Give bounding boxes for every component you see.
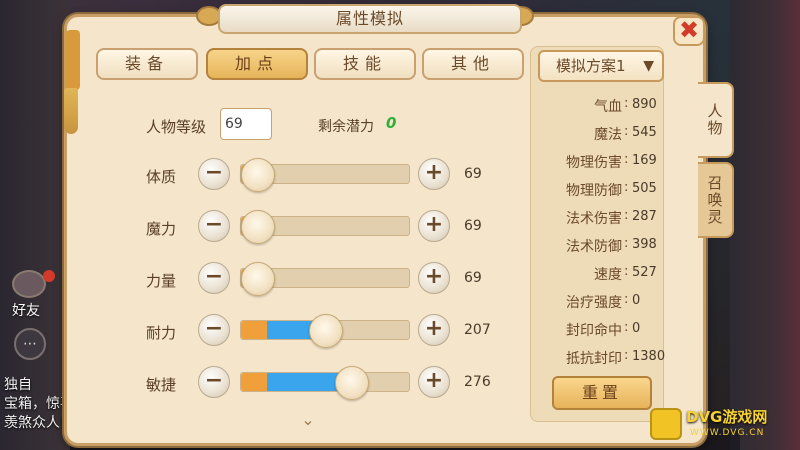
stat-value: 398 xyxy=(632,237,657,252)
slider-knob[interactable] xyxy=(309,314,343,348)
attribute-label: 耐力 xyxy=(146,324,177,342)
stat-value: 0 xyxy=(632,321,641,336)
attribute-label: 魔力 xyxy=(146,220,177,238)
stat-separator: : xyxy=(624,152,629,167)
scroll-down-icon[interactable]: ⌄ xyxy=(298,410,318,429)
slider-knob[interactable] xyxy=(241,262,275,296)
slider-base-fill xyxy=(241,373,267,391)
increase-button[interactable]: + xyxy=(418,210,450,242)
attribute-slider[interactable] xyxy=(240,314,410,348)
friend-label: 好友 xyxy=(12,303,40,319)
logo-text: DVG游戏网 xyxy=(686,408,768,426)
increase-button[interactable]: + xyxy=(418,262,450,294)
right-scene-edge xyxy=(730,0,800,450)
stat-separator: : xyxy=(624,96,629,111)
stat-label: 封印命中 xyxy=(566,323,622,339)
level-input[interactable]: 69 xyxy=(220,108,272,140)
stat-label: 魔法 xyxy=(594,127,622,143)
stat-separator: : xyxy=(624,264,629,279)
increase-button[interactable]: + xyxy=(418,158,450,190)
friend-avatar[interactable] xyxy=(12,270,46,298)
side-tab-summon[interactable]: 召唤灵 xyxy=(698,162,734,238)
attribute-value: 276 xyxy=(464,374,491,390)
tab-skills[interactable]: 技能 xyxy=(314,48,416,80)
stat-value: 0 xyxy=(632,293,641,308)
increase-button[interactable]: + xyxy=(418,366,450,398)
attribute-label: 敏捷 xyxy=(146,376,177,394)
stat-value: 890 xyxy=(632,97,657,112)
stat-value: 505 xyxy=(632,181,657,196)
attribute-value: 69 xyxy=(464,166,482,182)
stat-value: 1380 xyxy=(632,349,666,364)
decrease-button[interactable]: − xyxy=(198,210,230,242)
stat-label: 物理防御 xyxy=(566,183,622,199)
slider-knob[interactable] xyxy=(241,210,275,244)
gamepad-icon xyxy=(650,408,682,440)
stat-label: 法术伤害 xyxy=(566,211,622,227)
attribute-slider[interactable] xyxy=(240,210,410,244)
increase-button[interactable]: + xyxy=(418,314,450,346)
panel-title: 属性模拟 xyxy=(218,4,522,34)
stat-value: 527 xyxy=(632,265,657,280)
logo-subtext: WWW.DVG.CN xyxy=(690,428,765,438)
attribute-value: 69 xyxy=(464,218,482,234)
close-icon: ✖ xyxy=(678,16,700,44)
reset-button[interactable]: 重置 xyxy=(552,376,652,410)
stat-separator: : xyxy=(624,180,629,195)
decrease-button[interactable]: − xyxy=(198,158,230,190)
attribute-label: 力量 xyxy=(146,272,177,290)
plan-dropdown[interactable]: 模拟方案1 ▼ xyxy=(538,50,664,82)
stat-label: 抵抗封印 xyxy=(566,351,622,367)
notification-dot xyxy=(43,270,55,282)
stat-label: 速度 xyxy=(594,267,622,283)
slider-knob[interactable] xyxy=(334,366,369,400)
attribute-value: 207 xyxy=(464,322,491,338)
plan-label: 模拟方案1 xyxy=(556,57,626,75)
stat-separator: : xyxy=(624,320,629,335)
tab-add-points[interactable]: 加点 xyxy=(206,48,308,80)
stat-value: 287 xyxy=(632,209,657,224)
attribute-label: 体质 xyxy=(146,168,177,186)
chevron-down-icon: ▼ xyxy=(643,58,654,74)
decrease-button[interactable]: − xyxy=(198,314,230,346)
stat-separator: : xyxy=(624,348,629,363)
attribute-slider[interactable] xyxy=(240,158,410,192)
close-button[interactable]: ✖ xyxy=(673,16,705,46)
attribute-slider[interactable] xyxy=(240,262,410,296)
stat-label: 气血 xyxy=(594,99,622,115)
stat-separator: : xyxy=(624,236,629,251)
decrease-button[interactable]: − xyxy=(198,366,230,398)
chat-icon[interactable]: ⋯ xyxy=(14,328,46,360)
corner-ornament xyxy=(66,30,80,90)
stat-separator: : xyxy=(624,208,629,223)
tab-equipment[interactable]: 装备 xyxy=(96,48,198,80)
stat-label: 法术防御 xyxy=(566,239,622,255)
stat-separator: : xyxy=(624,124,629,139)
attribute-value: 69 xyxy=(464,270,482,286)
tassel-ornament xyxy=(64,88,78,134)
stat-value: 545 xyxy=(632,125,657,140)
side-tab-character[interactable]: 人物 xyxy=(698,82,734,158)
slider-base-fill xyxy=(241,321,267,339)
attribute-slider[interactable] xyxy=(240,366,410,400)
level-label: 人物等级 xyxy=(146,118,207,136)
site-logo: DVG游戏网 WWW.DVG.CN xyxy=(650,404,796,446)
tab-other[interactable]: 其他 xyxy=(422,48,524,80)
stat-separator: : xyxy=(624,292,629,307)
decrease-button[interactable]: − xyxy=(198,262,230,294)
slider-knob[interactable] xyxy=(241,158,275,192)
stat-label: 物理伤害 xyxy=(566,155,622,171)
remaining-points-label: 剩余潜力 xyxy=(318,119,374,135)
remaining-points-value: 0 xyxy=(386,114,397,132)
stat-label: 治疗强度 xyxy=(566,295,622,311)
stat-value: 169 xyxy=(632,153,657,168)
